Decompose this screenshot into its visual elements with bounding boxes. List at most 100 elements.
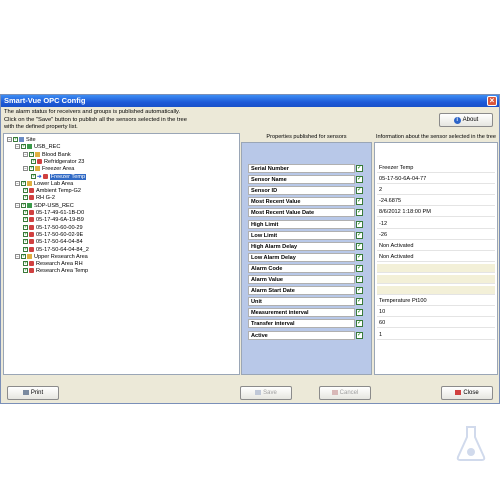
property-checkbox[interactable]: ✓ <box>356 209 363 217</box>
property-checkbox[interactable]: ✓ <box>356 276 363 283</box>
tree-node-label: Site <box>26 137 36 143</box>
selected-arrow-icon: ➔ <box>37 173 42 180</box>
tree-node[interactable]: − ✓ Blood Bank <box>23 151 71 159</box>
tree-node-checkbox[interactable]: ✓ <box>13 137 18 143</box>
expand-toggle-icon[interactable]: − <box>7 137 12 143</box>
tree-node-checkbox[interactable]: ✓ <box>23 268 28 274</box>
tree-node-label: 05-17-50-64-04-84_2 <box>36 246 89 253</box>
tree-node-label: Freezer Area <box>42 166 75 173</box>
property-label: Alarm Start Date <box>248 286 355 296</box>
tree-node[interactable]: ✓ Refridgerator 23 <box>31 158 84 166</box>
tree-node-label: Research Area Temp <box>36 268 89 275</box>
tree-node-checkbox[interactable]: ✓ <box>31 173 36 179</box>
close-label: Close <box>463 390 479 396</box>
tree-node-checkbox[interactable]: ✓ <box>21 202 26 208</box>
save-button[interactable]: Save <box>240 386 292 400</box>
property-checkbox[interactable]: ✓ <box>356 298 363 306</box>
tree-node-checkbox[interactable]: ✓ <box>29 166 34 172</box>
property-checkbox[interactable]: ✓ <box>356 320 363 328</box>
tree-node[interactable]: ✓ 05-17-50-60-00-29 <box>23 224 83 232</box>
tree-node-checkbox[interactable]: ✓ <box>21 144 26 150</box>
tree-node-checkbox[interactable]: ✓ <box>23 188 28 194</box>
info-icon: i <box>453 117 461 124</box>
info-line-1: The alarm status for receivers and group… <box>4 109 181 115</box>
property-checkbox[interactable]: ✓ <box>356 198 363 206</box>
sensor-icon <box>29 188 34 194</box>
tree-node[interactable]: ✓ 05-17-49-6A-19-B9 <box>23 217 84 224</box>
tree-node[interactable]: ✓ 05-17-50-64-04-84_2 <box>23 246 89 254</box>
property-row: Most Recent Value ✓ <box>248 197 365 207</box>
tree-node-checkbox[interactable]: ✓ <box>23 231 28 237</box>
tree-node[interactable]: ✓ Research Area Temp <box>23 268 88 275</box>
tree-node[interactable]: ✓ 05-17-50-60-02-9E <box>23 231 83 239</box>
tree-node-checkbox[interactable]: ✓ <box>29 151 34 157</box>
expand-toggle-icon[interactable]: − <box>23 166 28 172</box>
expand-toggle-icon[interactable]: − <box>15 253 20 259</box>
sensor-info-value: -12 <box>377 220 495 229</box>
tree-node-checkbox[interactable]: ✓ <box>21 253 26 259</box>
properties-header: Properties published for sensors <box>241 133 372 141</box>
property-checkbox[interactable]: ✓ <box>356 287 363 295</box>
property-row: Transfer interval ✓ <box>248 319 365 329</box>
property-checkbox[interactable]: ✓ <box>356 253 363 261</box>
tree-node[interactable]: ✓ 05-17-50-64-04-84 <box>23 239 83 246</box>
expand-toggle-icon[interactable]: − <box>15 144 20 150</box>
property-checkbox[interactable]: ✓ <box>356 231 363 239</box>
window-title: Smart-Vue OPC Config <box>4 96 86 105</box>
property-row: Serial Number ✓ <box>248 164 365 174</box>
property-label: High Limit <box>248 219 355 229</box>
expand-toggle-icon[interactable]: − <box>23 151 28 157</box>
tree-node-checkbox[interactable]: ✓ <box>23 246 28 252</box>
window-close-icon[interactable]: × <box>487 96 497 106</box>
property-checkbox[interactable]: ✓ <box>356 331 363 339</box>
property-label: Sensor Name <box>248 175 355 185</box>
property-label: Unit <box>248 297 355 307</box>
sensor-info-value: Temperature Pt100 <box>377 297 495 307</box>
tree-node-checkbox[interactable]: ✓ <box>23 195 28 201</box>
tree-node-checkbox[interactable]: ✓ <box>31 158 36 164</box>
close-button[interactable]: Close <box>441 386 493 400</box>
tree-node-checkbox[interactable]: ✓ <box>21 180 26 186</box>
property-row: High Alarm Delay ✓ <box>248 241 365 252</box>
tree-node[interactable]: ✓➔ Freezer Temp <box>31 173 87 181</box>
property-label: Measurement interval <box>248 308 355 318</box>
property-checkbox[interactable]: ✓ <box>356 309 363 317</box>
save-label: Save <box>263 390 277 396</box>
floppy-icon <box>255 389 262 395</box>
tree-node-label: SDP-USB_REC <box>34 202 74 209</box>
tree-node-label: Lower Lab Area <box>34 180 74 187</box>
property-checkbox[interactable]: ✓ <box>356 165 363 172</box>
title-bar[interactable]: Smart-Vue OPC Config × <box>1 95 499 107</box>
property-label: High Alarm Delay <box>248 241 355 251</box>
expand-toggle-icon[interactable]: − <box>15 202 20 208</box>
sensor-info-value: 60 <box>377 319 495 329</box>
expand-toggle-icon[interactable]: − <box>15 180 20 186</box>
property-checkbox[interactable]: ✓ <box>356 176 363 184</box>
sensor-info-value: 8/6/2012 1:18:00 PM <box>377 208 495 218</box>
property-checkbox[interactable]: ✓ <box>356 264 363 272</box>
tree-node-checkbox[interactable]: ✓ <box>23 239 28 245</box>
cancel-button[interactable]: Cancel <box>319 386 371 400</box>
tree-node-label: Ambient Temp-G2 <box>36 188 81 195</box>
sensor-info-value: -26 <box>377 231 495 240</box>
property-label: Most Recent Value <box>248 197 355 207</box>
print-button[interactable]: Print <box>7 386 59 400</box>
sensor-tree[interactable]: − ✓ Site − ✓ USB_REC − ✓ Blood Bank ✓ Refridgerato… <box>3 133 240 375</box>
property-checkbox[interactable]: ✓ <box>356 187 363 195</box>
sensor-icon <box>29 261 34 267</box>
sensor-icon <box>29 217 34 223</box>
tree-node[interactable]: − ✓ Freezer Area <box>23 166 74 173</box>
tree-node-label: 05-17-50-60-00-29 <box>36 224 83 231</box>
site-icon <box>19 137 24 143</box>
tree-node-checkbox[interactable]: ✓ <box>23 224 28 230</box>
tree-node-checkbox[interactable]: ✓ <box>23 217 28 223</box>
tree-node[interactable]: − ✓ USB_REC <box>15 144 60 151</box>
tree-node[interactable]: ✓ RH G-2 <box>23 195 55 202</box>
tree-node-label: Blood Bank <box>42 151 71 158</box>
property-checkbox[interactable]: ✓ <box>356 242 363 250</box>
tree-node[interactable]: ✓ 05-17-49-61-1B-D0 <box>23 210 84 217</box>
property-checkbox[interactable]: ✓ <box>356 220 363 228</box>
tree-node-checkbox[interactable]: ✓ <box>23 210 28 216</box>
about-button[interactable]: i About <box>439 113 493 127</box>
tree-node-checkbox[interactable]: ✓ <box>23 261 28 267</box>
